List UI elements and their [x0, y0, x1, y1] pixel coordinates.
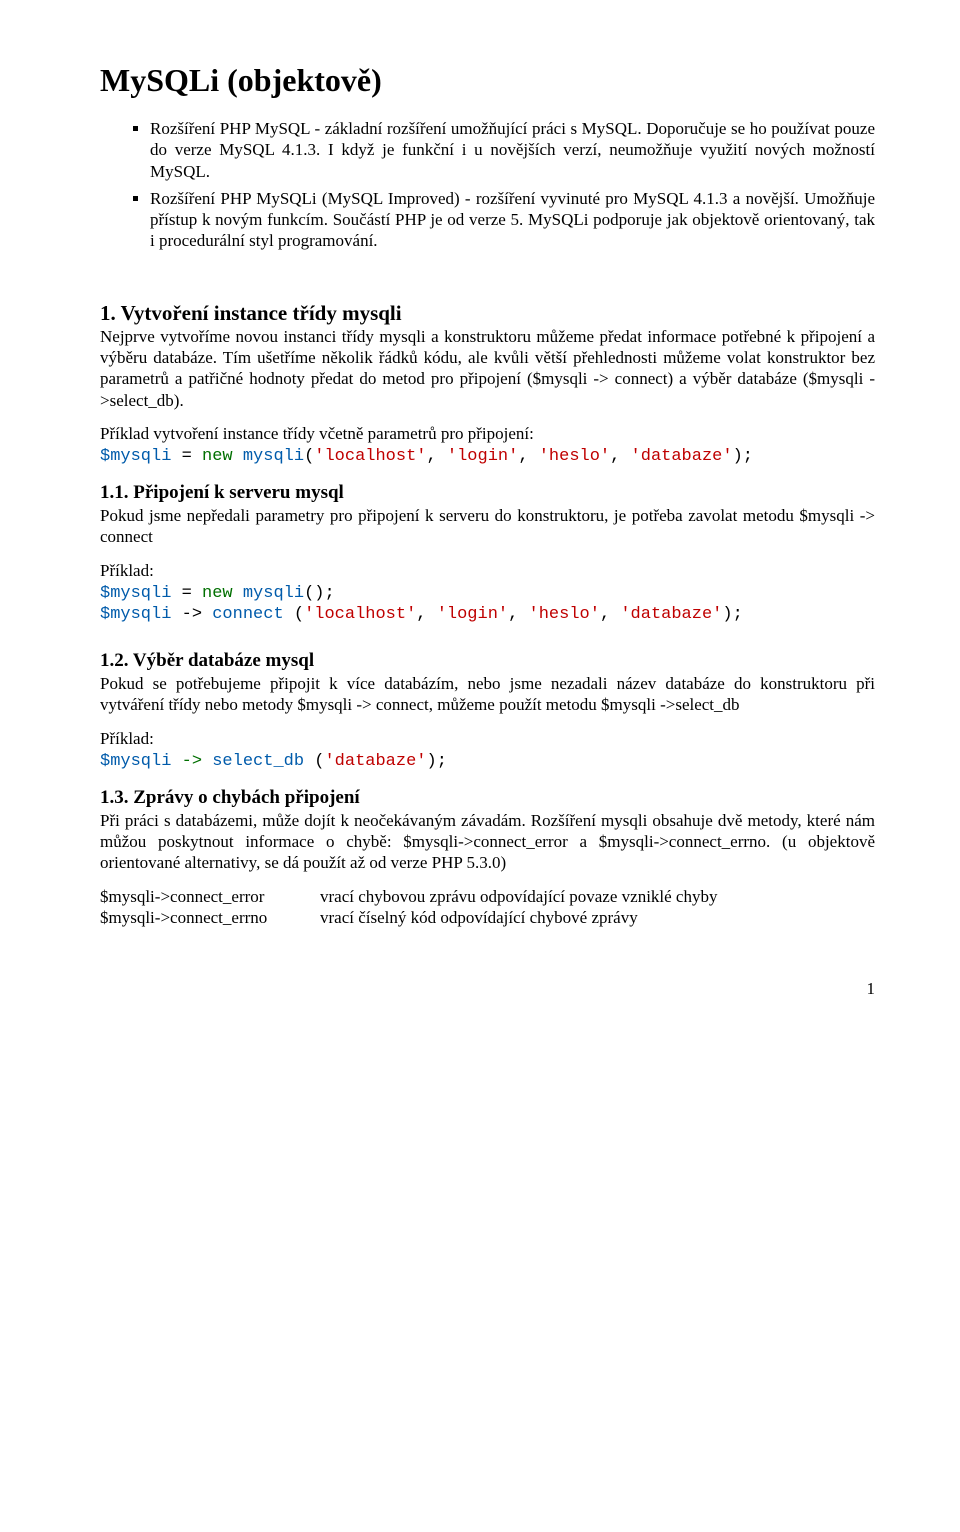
- code-block: $mysqli -> connect ('localhost', 'login'…: [100, 604, 875, 625]
- code-block: $mysqli -> select_db ('databaze');: [100, 751, 875, 772]
- page-number: 1: [100, 978, 875, 999]
- error-method-desc: vrací číselný kód odpovídající chybové z…: [320, 907, 875, 928]
- example-label: Příklad vytvoření instance třídy včetně …: [100, 423, 875, 444]
- code-block: $mysqli = new mysqli('localhost', 'login…: [100, 446, 875, 467]
- subsection-heading: 1.3. Zprávy o chybách připojení: [100, 787, 360, 808]
- error-method-name: $mysqli->connect_errno: [100, 907, 320, 928]
- example-label: Příklad:: [100, 728, 875, 749]
- section-paragraph: Nejprve vytvoříme novou instanci třídy m…: [100, 326, 875, 411]
- subsection-heading: 1.1. Připojení k serveru mysql: [100, 482, 344, 503]
- list-item: Rozšíření PHP MySQL - základní rozšíření…: [150, 118, 875, 182]
- section-paragraph: Pokud jsme nepředali parametry pro připo…: [100, 505, 875, 548]
- error-method-name: $mysqli->connect_error: [100, 886, 320, 907]
- page-title: MySQLi (objektově): [100, 60, 875, 100]
- error-method-desc: vrací chybovou zprávu odpovídající povaz…: [320, 886, 875, 907]
- table-row: $mysqli->connect_errno vrací číselný kód…: [100, 907, 875, 928]
- section-paragraph: Pokud se potřebujeme připojit k více dat…: [100, 673, 875, 716]
- section-paragraph: Při práci s databázemi, může dojít k neo…: [100, 810, 875, 874]
- intro-list: Rozšíření PHP MySQL - základní rozšíření…: [100, 118, 875, 252]
- example-label: Příklad:: [100, 560, 875, 581]
- code-block: $mysqli = new mysqli();: [100, 583, 875, 604]
- table-row: $mysqli->connect_error vrací chybovou zp…: [100, 886, 875, 907]
- subsection-heading: 1.2. Výběr databáze mysql: [100, 650, 314, 671]
- section-heading: 1. Vytvoření instance třídy mysqli: [100, 300, 875, 326]
- list-item: Rozšíření PHP MySQLi (MySQL Improved) - …: [150, 188, 875, 252]
